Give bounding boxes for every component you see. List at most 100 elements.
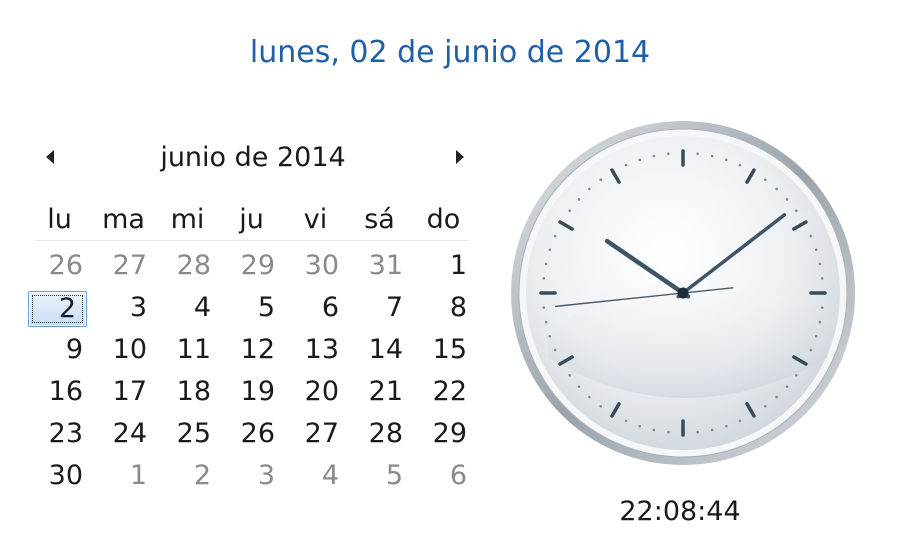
minute-dot (818, 262, 822, 266)
weekday-label: ju (239, 204, 264, 235)
day-cell[interactable]: 29 (220, 245, 283, 287)
minute-dot (696, 152, 699, 156)
minute-dot (548, 334, 552, 338)
day-cell[interactable]: 4 (284, 455, 347, 497)
next-month-button[interactable] (444, 144, 474, 170)
day-cell[interactable]: 1 (92, 455, 155, 497)
full-date-link[interactable]: lunes, 02 de junio de 2014 (0, 33, 900, 73)
day-cell[interactable]: 19 (220, 371, 283, 413)
day-cell[interactable]: 27 (92, 245, 155, 287)
minute-dot (785, 385, 789, 388)
minute-dot (553, 234, 557, 238)
day-cell[interactable]: 24 (92, 413, 155, 455)
minute-dot (544, 262, 548, 266)
minute-dot (542, 277, 546, 280)
month-title[interactable]: junio de 2014 (118, 138, 388, 178)
day-cell[interactable]: 16 (28, 371, 91, 413)
day-cell[interactable]: 15 (412, 329, 475, 371)
minute-dot (588, 395, 591, 399)
weekday-label: vi (303, 204, 328, 235)
minute-dot (814, 334, 818, 338)
minute-dot (542, 306, 546, 309)
day-cell[interactable]: 6 (412, 455, 475, 497)
weekday-label: do (426, 204, 461, 235)
day-cell[interactable]: 18 (156, 371, 219, 413)
center-hub (677, 287, 689, 299)
day-cell[interactable]: 10 (92, 329, 155, 371)
day-cell[interactable]: 12 (220, 329, 283, 371)
day-cell[interactable]: 8 (412, 287, 475, 329)
day-cell[interactable]: 30 (28, 455, 91, 497)
month-navigation: junio de 2014 (28, 132, 478, 182)
day-cell[interactable]: 5 (348, 455, 411, 497)
minute-dot (599, 178, 603, 182)
minute-dot (818, 320, 822, 324)
day-cell[interactable]: 14 (348, 329, 411, 371)
day-cell[interactable]: 20 (284, 371, 347, 413)
minute-dot (588, 187, 591, 191)
minute-dot (667, 152, 670, 156)
day-cell[interactable]: 30 (284, 245, 347, 287)
minute-dot (724, 424, 728, 428)
minute-dot (652, 154, 656, 158)
day-cell[interactable]: 29 (412, 413, 475, 455)
minute-dot (568, 209, 572, 213)
day-cell[interactable]: 28 (348, 413, 411, 455)
weekday-divider (36, 240, 468, 241)
day-cell[interactable]: 31 (348, 245, 411, 287)
minute-dot (577, 198, 581, 201)
minute-dot (710, 428, 714, 432)
day-cell[interactable]: 3 (220, 455, 283, 497)
minute-dot (724, 158, 728, 162)
weekday-label: sá (364, 204, 395, 235)
day-cell[interactable]: 9 (28, 329, 91, 371)
minute-dot (624, 163, 628, 167)
weekday-label: ma (102, 204, 145, 235)
day-cell[interactable]: 17 (92, 371, 155, 413)
day-cell[interactable]: 1 (412, 245, 475, 287)
previous-month-button[interactable] (36, 144, 66, 170)
minute-dot (638, 424, 642, 428)
clock-face (511, 121, 855, 465)
day-cell[interactable]: 28 (156, 245, 219, 287)
minute-dot (738, 163, 742, 167)
day-cell[interactable]: 25 (156, 413, 219, 455)
day-cell[interactable]: 21 (348, 371, 411, 413)
minute-dot (710, 154, 714, 158)
minute-dot (544, 320, 548, 324)
minute-dot (809, 234, 813, 238)
minute-dot (599, 404, 603, 408)
triangle-left-icon (46, 150, 54, 164)
digital-time: 22:08:44 (619, 496, 741, 527)
day-cell[interactable]: 2 (156, 455, 219, 497)
minute-dot (785, 198, 789, 201)
minute-dot (820, 277, 824, 280)
day-cell[interactable]: 11 (156, 329, 219, 371)
day-cell[interactable]: 4 (156, 287, 219, 329)
day-cell[interactable]: 26 (220, 413, 283, 455)
minute-dot (794, 373, 798, 377)
day-cell-today[interactable]: 2 (28, 291, 87, 327)
minute-dot (738, 419, 742, 423)
day-cell[interactable]: 22 (412, 371, 475, 413)
minute-dot (667, 430, 670, 434)
minute-dot (568, 373, 572, 377)
minute-dot (652, 428, 656, 432)
minute-dot (814, 248, 818, 252)
day-cell[interactable]: 23 (28, 413, 91, 455)
minute-dot (624, 419, 628, 423)
minute-dot (820, 306, 824, 309)
calendar: junio de 2014 lu ma mi ju vi sá do 26 27 2… (28, 132, 478, 502)
day-cell[interactable]: 3 (92, 287, 155, 329)
day-cell[interactable]: 7 (348, 287, 411, 329)
minute-dot (696, 430, 699, 434)
day-cell[interactable]: 13 (284, 329, 347, 371)
minute-dot (809, 348, 813, 352)
day-cell[interactable]: 6 (284, 287, 347, 329)
analog-clock (508, 118, 858, 468)
day-cell[interactable]: 27 (284, 413, 347, 455)
minute-dot (763, 178, 767, 182)
day-grid: 26 27 28 29 30 31 1 2 3 4 5 6 7 8 9 10 11 12 13 14 15 16 17 18 1… (28, 245, 478, 497)
day-cell[interactable]: 5 (220, 287, 283, 329)
day-cell[interactable]: 26 (28, 245, 91, 287)
